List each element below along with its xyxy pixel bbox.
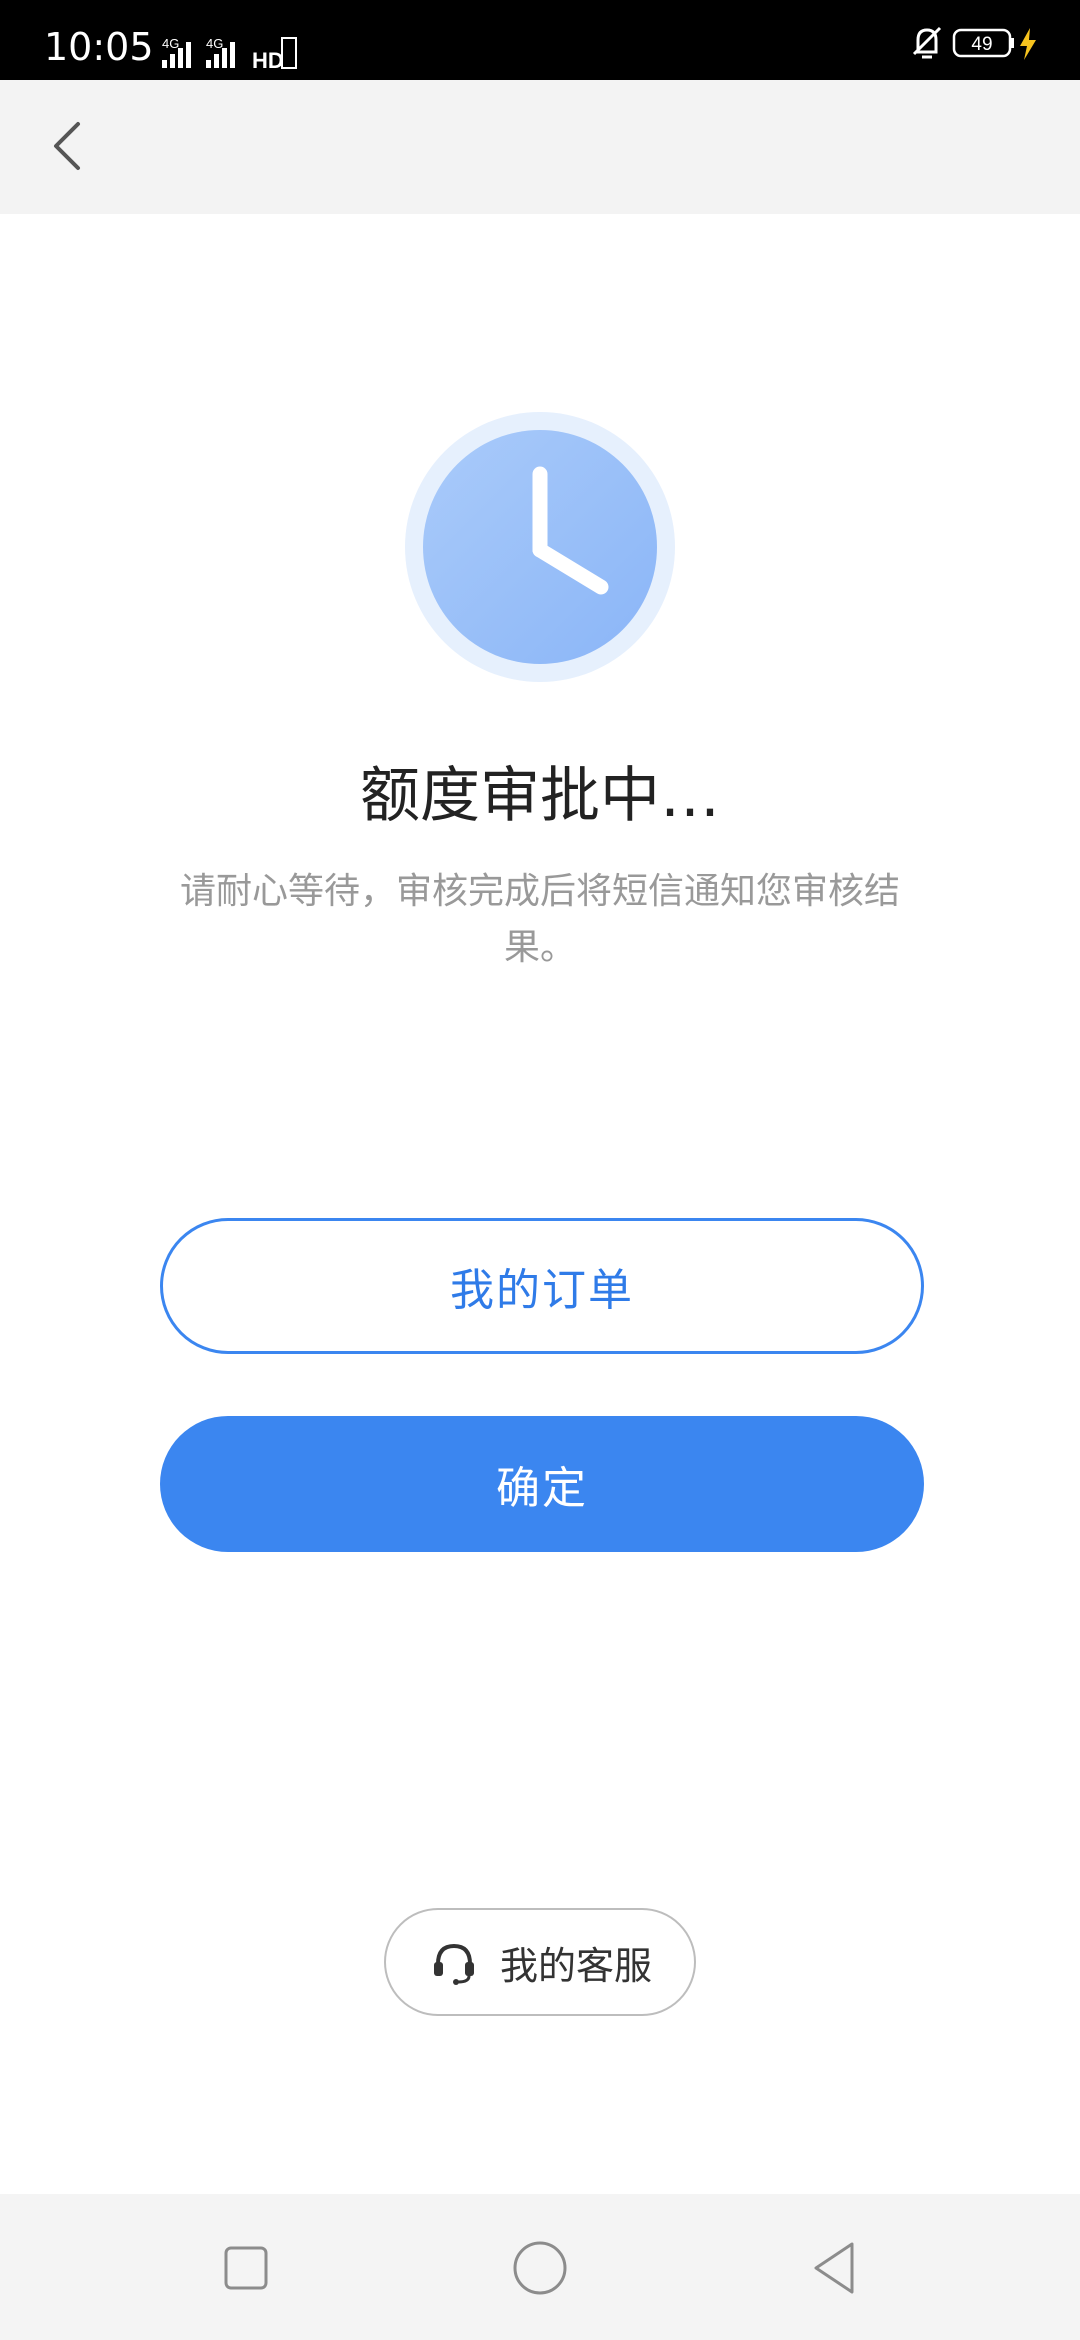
- status-illustration: [405, 412, 675, 682]
- headset-icon: [433, 1943, 474, 1985]
- status-right-icons: 49: [912, 26, 1036, 60]
- clock-icon: [405, 412, 675, 682]
- customer-service-label: 我的客服: [499, 1943, 652, 1988]
- network-label-2: 4G: [206, 36, 223, 51]
- status-message: 请耐心等待，审核完成后将短信通知您审核结果。: [179, 871, 900, 968]
- home-button[interactable]: [510, 2238, 570, 2298]
- hd-label: HD: [252, 48, 284, 70]
- signal-icons: 4G 4G HD: [162, 36, 297, 70]
- network-label-1: 4G: [162, 36, 179, 51]
- status-time: 10:05: [44, 25, 154, 69]
- recent-apps-button[interactable]: [216, 2238, 276, 2298]
- signal-indicators: 4G 4G HD: [140, 34, 310, 70]
- back-button[interactable]: [32, 110, 104, 182]
- my-orders-button[interactable]: 我的订单: [160, 1218, 924, 1354]
- status-bar: 10:05 4G 4G HD 49: [0, 0, 1080, 80]
- system-nav-bar: [0, 2194, 1080, 2340]
- system-back-button[interactable]: [804, 2238, 864, 2298]
- chevron-left-icon: [54, 122, 80, 170]
- charging-bolt-icon: [1020, 28, 1036, 60]
- main-content: 额度审批中… 请耐心等待，审核完成后将短信通知您审核结果。 我的订单 确定 我的…: [0, 214, 1080, 2194]
- top-nav-bar: [0, 80, 1080, 214]
- bell-muted-icon: [912, 26, 942, 59]
- battery-icon: 49: [952, 28, 1014, 58]
- confirm-button[interactable]: 确定: [160, 1416, 924, 1552]
- battery-level: 49: [971, 34, 992, 55]
- page-title: 额度审批中…: [360, 761, 720, 831]
- status-right: 49: [908, 22, 1048, 62]
- customer-service-button[interactable]: 我的客服: [384, 1908, 696, 2016]
